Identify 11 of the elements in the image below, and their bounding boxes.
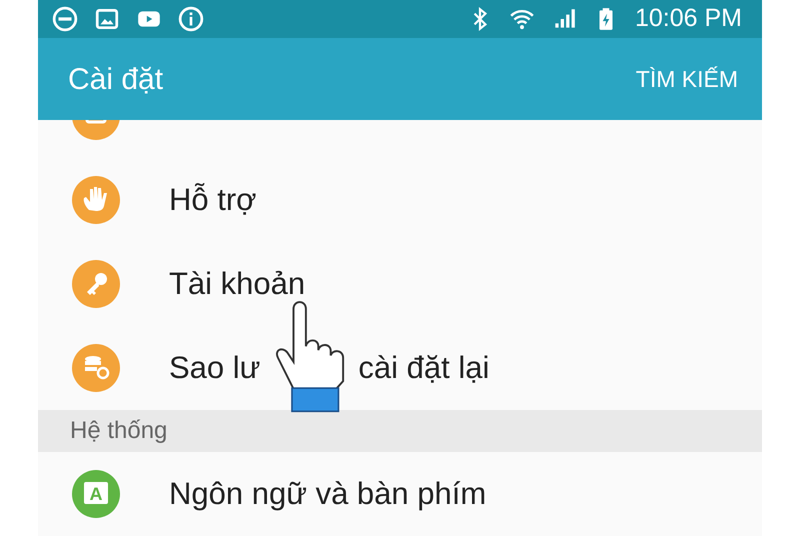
setting-label[interactable]: Ngôn ngữ và bàn phím [169, 470, 486, 518]
setting-label[interactable]: cài đặt lại [358, 344, 490, 392]
screen-title: Cài đặt [68, 62, 164, 98]
section-header: Hệ thống [38, 410, 762, 452]
clock-time: 10:06 PM [634, 3, 742, 34]
setting-label[interactable]: Sao lư [169, 344, 260, 392]
setting-label[interactable]: Tài khoản [169, 260, 306, 308]
info-icon [178, 6, 204, 32]
image-icon [94, 6, 120, 32]
setting-label[interactable]: Hỗ trợ [169, 176, 257, 224]
do-not-disturb-icon [52, 6, 78, 32]
